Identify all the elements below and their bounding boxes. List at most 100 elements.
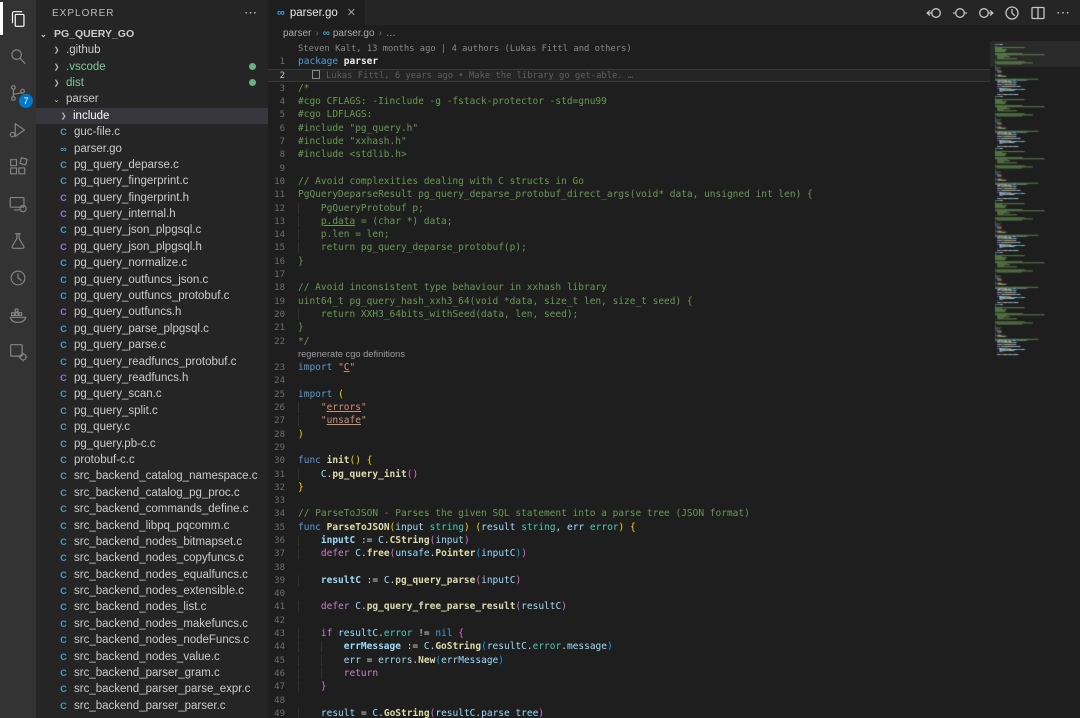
c-file-icon: C — [58, 439, 69, 449]
item-label: pg_query_normalize.c — [74, 257, 187, 269]
c-file-icon: C — [58, 357, 69, 367]
file-pg-query-normalize-c[interactable]: Cpg_query_normalize.c — [36, 255, 268, 271]
file-src-backend-nodes-bitmapset-c[interactable]: Csrc_backend_nodes_bitmapset.c — [36, 534, 268, 550]
file-src-backend-nodes-nodefuncs-c[interactable]: Csrc_backend_nodes_nodeFuncs.c — [36, 632, 268, 648]
code-editor[interactable]: Steven Kalt, 13 months ago | 4 authors (… — [268, 41, 990, 718]
breadcrumb-item[interactable]: ∞parser.go — [323, 28, 375, 39]
chevron-down-icon: ⌄ — [51, 95, 62, 104]
file-pg-query-outfuncs-json-c[interactable]: Cpg_query_outfuncs_json.c — [36, 271, 268, 287]
code-line-5: 5#cgo LDFLAGS: — [268, 108, 990, 121]
c-file-icon: C — [58, 652, 69, 662]
c-file-icon: C — [58, 340, 69, 350]
file-src-backend-catalog-pg-proc-c[interactable]: Csrc_backend_catalog_pg_proc.c — [36, 485, 268, 501]
file-pg-query-json-plpgsql-h[interactable]: Cpg_query_json_plpgsql.h — [36, 239, 268, 255]
file-src-backend-nodes-makefuncs-c[interactable]: Csrc_backend_nodes_makefuncs.c — [36, 616, 268, 632]
file-pg-query-pb-c-c[interactable]: Cpg_query.pb-c.c — [36, 435, 268, 451]
explorer-more-actions-button[interactable]: ⋯ — [244, 5, 258, 21]
tab-label: parser.go — [290, 7, 338, 19]
item-label: pg_query_split.c — [74, 405, 158, 417]
item-label: parser — [66, 93, 99, 105]
file-src-backend-parser-gram-c[interactable]: Csrc_backend_parser_gram.c — [36, 665, 268, 681]
file-src-backend-commands-define-c[interactable]: Csrc_backend_commands_define.c — [36, 501, 268, 517]
c-file-icon: C — [58, 586, 69, 596]
item-label: pg_query_fingerprint.c — [74, 175, 188, 187]
chevron-right-icon: ❯ — [51, 79, 62, 87]
split-editor-button[interactable] — [1030, 5, 1046, 21]
folder--vscode[interactable]: ❯.vscode — [36, 58, 268, 74]
file-src-backend-nodes-equalfuncs-c[interactable]: Csrc_backend_nodes_equalfuncs.c — [36, 567, 268, 583]
extensions-icon[interactable] — [0, 148, 36, 185]
activity-bar: 7 — [0, 0, 36, 718]
item-label: .github — [66, 44, 101, 56]
remote-explorer-icon[interactable] — [0, 185, 36, 222]
code-line-47: 47 } — [268, 680, 990, 693]
gitlens-icon[interactable] — [0, 259, 36, 296]
file-src-backend-parser-parser-c[interactable]: Csrc_backend_parser_parser.c — [36, 698, 268, 714]
file-pg-query-fingerprint-h[interactable]: Cpg_query_fingerprint.h — [36, 190, 268, 206]
run-debug-icon[interactable] — [0, 111, 36, 148]
previous-change-button[interactable] — [926, 5, 942, 21]
code-line-43: 43 if resultC.error != nil { — [268, 627, 990, 640]
file-src-backend-libpq-pqcomm-c[interactable]: Csrc_backend_libpq_pqcomm.c — [36, 517, 268, 533]
file-pg-query-readfuncs-protobuf-c[interactable]: Cpg_query_readfuncs_protobuf.c — [36, 353, 268, 369]
breadcrumb-item[interactable]: … — [386, 28, 396, 39]
file-pg-query-internal-h[interactable]: Cpg_query_internal.h — [36, 206, 268, 222]
docker-icon[interactable] — [0, 296, 36, 333]
item-label: dist — [66, 77, 84, 89]
code-line-48: 48 — [268, 694, 990, 707]
code-line-15: 15 return pg_query_deparse_protobuf(p); — [268, 241, 990, 254]
file-pg-query-scan-c[interactable]: Cpg_query_scan.c — [36, 386, 268, 402]
close-icon[interactable]: ✕ — [347, 6, 356, 19]
breadcrumb-item[interactable]: parser — [283, 28, 311, 39]
code-line-31: 31 C.pg_query_init() — [268, 468, 990, 481]
c-file-icon: C — [58, 127, 69, 137]
code-line-37: 37 defer C.free(unsafe.Pointer(inputC)) — [268, 547, 990, 560]
file-pg-query-parse-c[interactable]: Cpg_query_parse.c — [36, 337, 268, 353]
file-pg-query-fingerprint-c[interactable]: Cpg_query_fingerprint.c — [36, 173, 268, 189]
code-line-32: 32} — [268, 481, 990, 494]
next-change-button[interactable] — [978, 5, 994, 21]
file-guc-file-c[interactable]: Cguc-file.c — [36, 124, 268, 140]
c-file-icon: C — [58, 258, 69, 268]
folder--github[interactable]: ❯.github — [36, 42, 268, 58]
file-history-button[interactable] — [1004, 5, 1020, 21]
file-pg-query-parse-plpgsql-c[interactable]: Cpg_query_parse_plpgsql.c — [36, 321, 268, 337]
file-pg-query-split-c[interactable]: Cpg_query_split.c — [36, 403, 268, 419]
item-label: pg_query_deparse.c — [74, 159, 179, 171]
more-actions-button[interactable]: ⋯ — [1056, 4, 1070, 21]
code-line-16: 16} — [268, 255, 990, 268]
file-protobuf-c-c[interactable]: Cprotobuf-c.c — [36, 452, 268, 468]
folder-parser[interactable]: ⌄ parser — [36, 91, 268, 107]
file-src-backend-parser-parse-expr-c[interactable]: Csrc_backend_parser_parse_expr.c — [36, 681, 268, 697]
file-src-backend-catalog-namespace-c[interactable]: Csrc_backend_catalog_namespace.c — [36, 468, 268, 484]
file-pg-query-json-plpgsql-c[interactable]: Cpg_query_json_plpgsql.c — [36, 222, 268, 238]
testing-icon[interactable] — [0, 222, 36, 259]
c-file-icon: C — [58, 504, 69, 514]
workspace-root-folder[interactable]: ⌄ PG_QUERY_GO — [36, 26, 268, 42]
c-file-icon: C — [58, 242, 69, 252]
codelens-regenerate-cgo[interactable]: regenerate cgo definitions — [268, 348, 990, 361]
file-pg-query-deparse-c[interactable]: Cpg_query_deparse.c — [36, 157, 268, 173]
open-change-button[interactable] — [952, 5, 968, 21]
containers-icon[interactable] — [0, 333, 36, 370]
source-control-icon[interactable]: 7 — [0, 74, 36, 111]
explorer-icon[interactable] — [0, 0, 36, 37]
file-pg-query-outfuncs-protobuf-c[interactable]: Cpg_query_outfuncs_protobuf.c — [36, 288, 268, 304]
folder-include[interactable]: ❯include — [36, 108, 268, 124]
file-src-backend-nodes-extensible-c[interactable]: Csrc_backend_nodes_extensible.c — [36, 583, 268, 599]
explorer-sidebar: EXPLORER ⋯ ⌄ PG_QUERY_GO ❯.github❯.vscod… — [36, 0, 268, 718]
search-icon[interactable] — [0, 37, 36, 74]
file-pg-query-c[interactable]: Cpg_query.c — [36, 419, 268, 435]
code-line-36: 36 inputC := C.CString(input) — [268, 534, 990, 547]
file-parser-go[interactable]: ∞parser.go — [36, 140, 268, 156]
file-pg-query-readfuncs-h[interactable]: Cpg_query_readfuncs.h — [36, 370, 268, 386]
file-src-backend-nodes-list-c[interactable]: Csrc_backend_nodes_list.c — [36, 599, 268, 615]
file-src-backend-nodes-copyfuncs-c[interactable]: Csrc_backend_nodes_copyfuncs.c — [36, 550, 268, 566]
folder-dist[interactable]: ❯ dist — [36, 75, 268, 91]
tab-parser-go[interactable]: ∞ parser.go ✕ — [268, 0, 365, 25]
code-line-1: 1package parser — [268, 55, 990, 68]
code-line-10: 10// Avoid complexities dealing with C s… — [268, 175, 990, 188]
file-pg-query-outfuncs-h[interactable]: Cpg_query_outfuncs.h — [36, 304, 268, 320]
minimap[interactable] — [990, 41, 1080, 718]
file-src-backend-nodes-value-c[interactable]: Csrc_backend_nodes_value.c — [36, 648, 268, 664]
